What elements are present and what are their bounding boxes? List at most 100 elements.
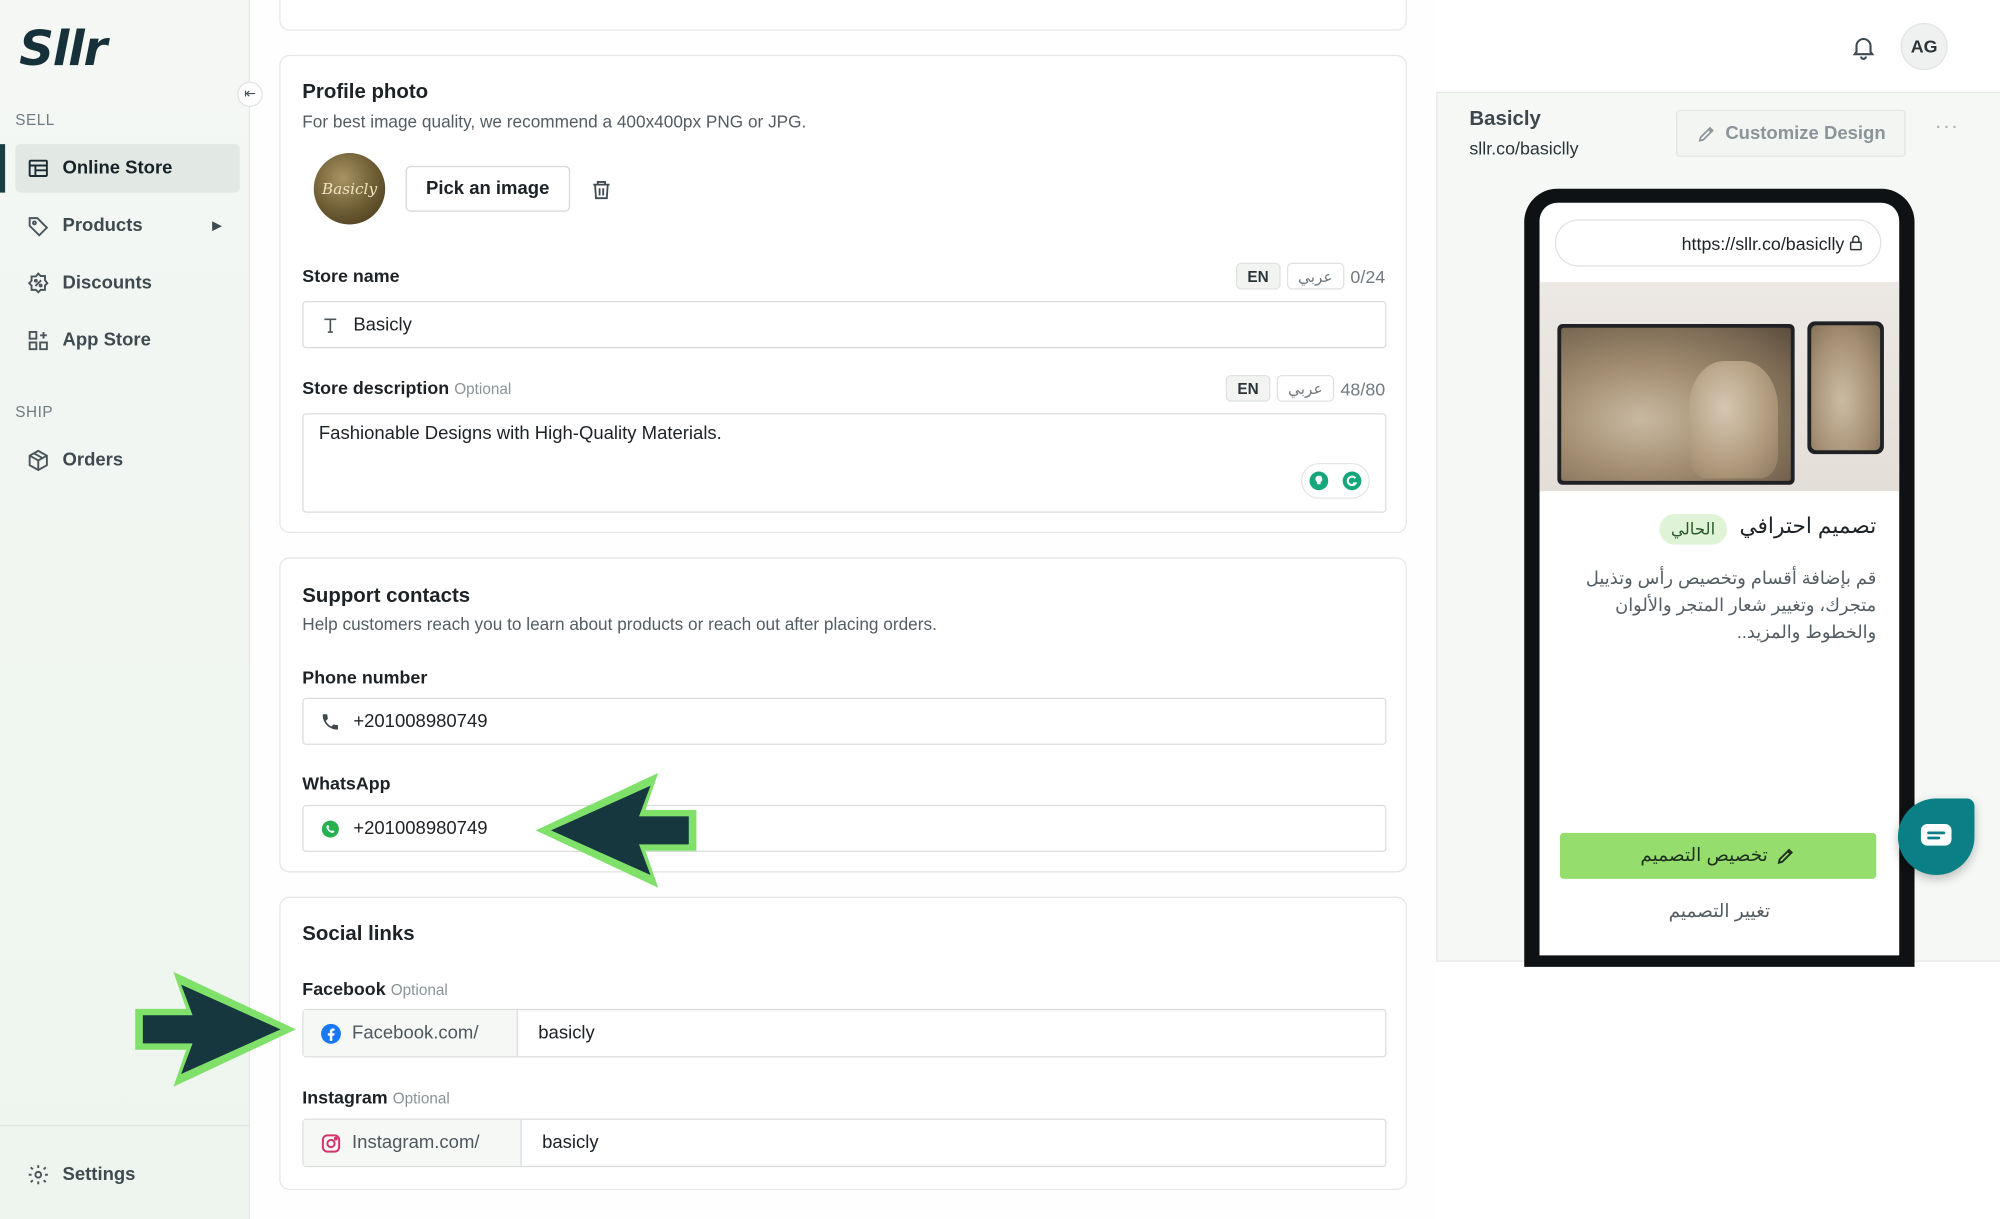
facebook-prefix: Facebook.com/	[303, 1010, 518, 1057]
char-counter: 0/24	[1350, 265, 1386, 287]
phone-input[interactable]: +201008980749	[302, 697, 1387, 745]
grammarly-icon	[1342, 471, 1362, 491]
sidebar-item-orders[interactable]: Orders	[15, 436, 239, 484]
support-contacts-card: Support contacts Help customers reach yo…	[279, 557, 1407, 873]
lock-icon	[1849, 235, 1862, 251]
theme-name: تصميم احترافي	[1739, 514, 1877, 539]
optional-tag: Optional	[392, 1089, 450, 1108]
customize-design-label: Customize Design	[1725, 123, 1886, 144]
sidebar-item-label: Orders	[62, 450, 124, 471]
trash-icon[interactable]	[591, 179, 613, 202]
store-description-label-text: Store description	[302, 377, 450, 398]
gear-icon	[28, 1165, 48, 1185]
chat-support-button[interactable]	[1897, 798, 1975, 875]
more-options-icon[interactable]: ···	[1935, 116, 1959, 139]
instagram-value: basicly	[542, 1132, 599, 1154]
store-icon	[28, 159, 48, 177]
facebook-label-text: Facebook	[302, 978, 386, 999]
user-avatar[interactable]: AG	[1900, 22, 1948, 71]
store-logo-image: Basicly	[313, 153, 386, 225]
instagram-input[interactable]: Instagram.com/ basicly	[302, 1118, 1387, 1168]
instagram-label: Instagram Optional	[302, 1087, 449, 1107]
previous-card	[279, 0, 1407, 31]
store-name-label: Store name	[302, 265, 400, 286]
profile-photo-subtitle: For best image quality, we recommend a 4…	[302, 112, 807, 132]
customize-design-button[interactable]: Customize Design	[1676, 109, 1906, 157]
store-name-value: Basicly	[353, 314, 412, 335]
sidebar-item-label: Online Store	[62, 158, 173, 179]
bell-icon[interactable]	[1849, 33, 1877, 61]
grammarly-widget[interactable]	[1301, 463, 1370, 499]
facebook-icon	[321, 1023, 341, 1044]
main-content: Profile photo For best image quality, we…	[249, 0, 1437, 1219]
sidebar-divider	[0, 1124, 250, 1127]
current-badge: الحالي	[1659, 514, 1727, 545]
optional-tag: Optional	[390, 980, 448, 999]
store-name-lang-tags: EN عربي 0/24	[1235, 262, 1386, 290]
text-icon	[324, 317, 337, 333]
whatsapp-input[interactable]: +201008980749	[302, 804, 1387, 853]
phone-icon	[322, 713, 339, 729]
annotation-arrow-facebook	[135, 971, 296, 1087]
social-links-title: Social links	[302, 923, 415, 946]
instagram-prefix-text: Instagram.com/	[352, 1132, 480, 1154]
sidebar-item-products[interactable]: Products ▶	[15, 202, 239, 250]
sidebar-item-settings[interactable]: Settings	[15, 1151, 239, 1199]
store-description-value: Fashionable Designs with High-Quality Ma…	[318, 423, 722, 444]
annotation-arrow-whatsapp	[535, 772, 697, 888]
phone-mockup: https://sllr.co/basiclly تصميم احترافي ا…	[1524, 188, 1915, 967]
preview-url-text: https://sllr.co/basiclly	[1681, 232, 1845, 254]
lang-tab-ar[interactable]: عربي	[1276, 374, 1335, 402]
sidebar-item-label: Products	[62, 215, 143, 236]
profile-photo-title: Profile photo	[302, 81, 429, 104]
sidebar-item-online-store[interactable]: Online Store	[0, 144, 240, 193]
collapse-sidebar-button[interactable]: ⇤	[237, 81, 263, 108]
support-contacts-subtitle: Help customers reach you to learn about …	[302, 614, 937, 634]
preview-store-url[interactable]: sllr.co/basiclly	[1469, 138, 1578, 158]
pencil-icon	[1698, 126, 1714, 142]
change-design-link[interactable]: تغيير التصميم	[1540, 902, 1900, 922]
pick-image-button[interactable]: Pick an image	[405, 165, 570, 212]
facebook-value: basicly	[538, 1022, 595, 1044]
whatsapp-value: +201008980749	[353, 818, 488, 839]
tag-icon	[28, 217, 49, 237]
sllr-logo[interactable]: Sllr	[19, 23, 107, 74]
phone-screen: https://sllr.co/basiclly تصميم احترافي ا…	[1539, 202, 1900, 956]
mini-phone-mockup	[1807, 321, 1884, 455]
whatsapp-label: WhatsApp	[302, 772, 391, 794]
box-icon	[28, 449, 48, 472]
phone-value: +201008980749	[353, 711, 488, 732]
theme-thumbnail	[1539, 281, 1900, 492]
social-links-card: Social links Facebook Optional Facebook.c…	[279, 896, 1407, 1191]
customize-design-ar-button[interactable]: تخصيص التصميم	[1559, 832, 1877, 879]
store-info-card: Profile photo For best image quality, we…	[279, 54, 1407, 534]
optional-tag: Optional	[454, 380, 512, 398]
store-name-input[interactable]: Basicly	[302, 301, 1387, 349]
laptop-mockup	[1557, 323, 1795, 485]
support-contacts-title: Support contacts	[302, 585, 471, 608]
phone-label: Phone number	[302, 667, 428, 688]
preview-url-bar: https://sllr.co/basiclly	[1554, 219, 1882, 267]
sidebar-item-discounts[interactable]: Discounts	[15, 259, 239, 307]
instagram-prefix: Instagram.com/	[303, 1119, 522, 1166]
theme-description: قم بإضافة أقسام وتخصيص رأس وتذييل متجرك،…	[1585, 567, 1877, 642]
lang-tab-en[interactable]: EN	[1225, 374, 1271, 402]
chat-icon	[1920, 823, 1952, 846]
pencil-icon	[1777, 848, 1793, 864]
lang-tab-ar[interactable]: عربي	[1286, 262, 1345, 290]
sidebar-item-app-store[interactable]: App Store	[15, 316, 239, 364]
section-label-ship: SHIP	[15, 403, 54, 421]
whatsapp-icon	[321, 819, 339, 837]
store-description-label: Store description Optional	[302, 378, 511, 398]
store-description-textarea[interactable]: Fashionable Designs with High-Quality Ma…	[302, 413, 1387, 513]
lang-tab-en[interactable]: EN	[1235, 262, 1281, 290]
instagram-icon	[321, 1133, 341, 1152]
store-description-lang-tags: EN عربي 48/80	[1225, 374, 1385, 402]
facebook-input[interactable]: Facebook.com/ basicly	[302, 1008, 1387, 1058]
sidebar-item-label: Discounts	[62, 272, 152, 294]
caret-right-icon: ▶	[212, 218, 222, 233]
facebook-label: Facebook Optional	[302, 978, 447, 998]
section-label-sell: SELL	[15, 110, 55, 129]
apps-icon	[28, 330, 48, 351]
lightbulb-icon	[1309, 471, 1329, 491]
